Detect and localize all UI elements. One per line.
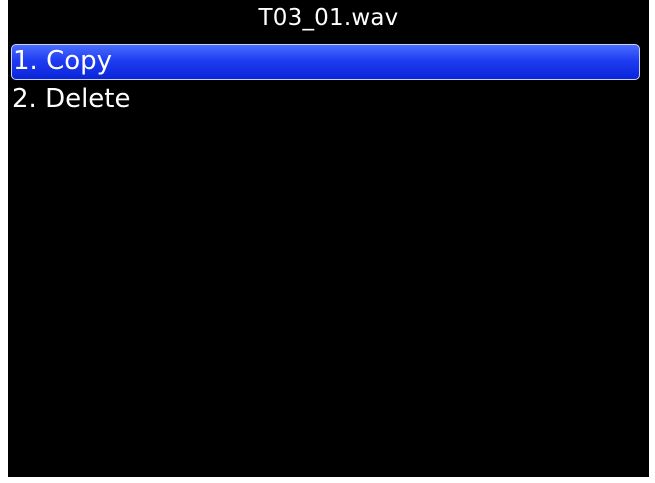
file-title: T03_01.wav bbox=[258, 5, 399, 31]
device-screen: T03_01.wav 1. Copy 2. Delete bbox=[8, 0, 649, 477]
menu-item-label: 2. Delete bbox=[12, 84, 131, 114]
menu-item-copy[interactable]: 1. Copy bbox=[11, 44, 640, 80]
file-action-menu: 1. Copy 2. Delete bbox=[8, 44, 649, 120]
menu-item-label: 1. Copy bbox=[13, 46, 113, 76]
menu-item-delete[interactable]: 2. Delete bbox=[8, 82, 649, 118]
